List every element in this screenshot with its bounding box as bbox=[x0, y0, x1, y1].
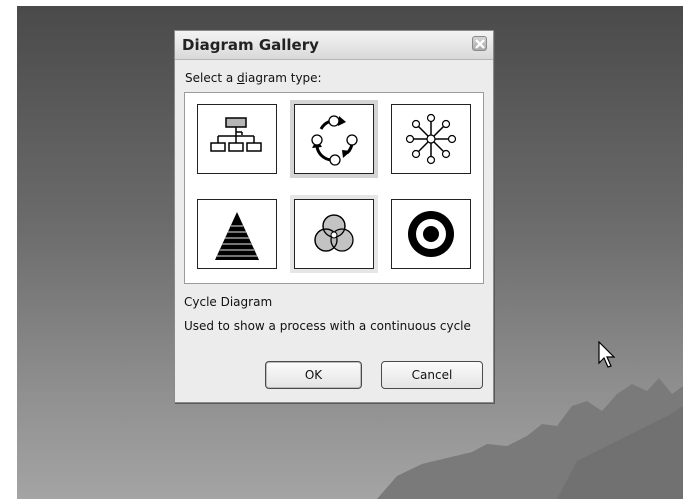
dialog-titlebar[interactable]: Diagram Gallery bbox=[175, 31, 493, 60]
target-diagram-tile[interactable] bbox=[391, 199, 471, 269]
selected-diagram-name: Cycle Diagram bbox=[184, 295, 273, 309]
organization-chart-tile[interactable] bbox=[197, 104, 277, 174]
venn-diagram-icon bbox=[314, 214, 354, 252]
close-button[interactable] bbox=[472, 36, 487, 51]
cycle-diagram-tile[interactable] bbox=[290, 100, 378, 178]
target-diagram-icon bbox=[408, 211, 454, 257]
mouse-pointer-icon bbox=[598, 341, 616, 368]
cancel-button[interactable]: Cancel bbox=[381, 361, 483, 389]
pyramid-diagram-icon bbox=[215, 212, 259, 260]
diagram-type-label: Select a diagram type: bbox=[185, 71, 322, 85]
pyramid-diagram-tile[interactable] bbox=[197, 199, 277, 269]
venn-diagram-tile[interactable] bbox=[290, 195, 378, 273]
ok-button[interactable]: OK bbox=[265, 361, 362, 389]
dialog-title: Diagram Gallery bbox=[182, 36, 319, 54]
close-icon bbox=[475, 39, 485, 49]
radial-diagram-icon bbox=[405, 113, 457, 165]
selected-diagram-description: Used to show a process with a continuous… bbox=[184, 319, 471, 333]
organization-chart-icon bbox=[210, 117, 262, 152]
diagram-gallery bbox=[184, 92, 484, 284]
radial-diagram-tile[interactable] bbox=[391, 104, 471, 174]
cycle-diagram-icon bbox=[311, 115, 358, 166]
diagram-gallery-dialog: Diagram Gallery Select a diagram type: C… bbox=[174, 30, 494, 403]
